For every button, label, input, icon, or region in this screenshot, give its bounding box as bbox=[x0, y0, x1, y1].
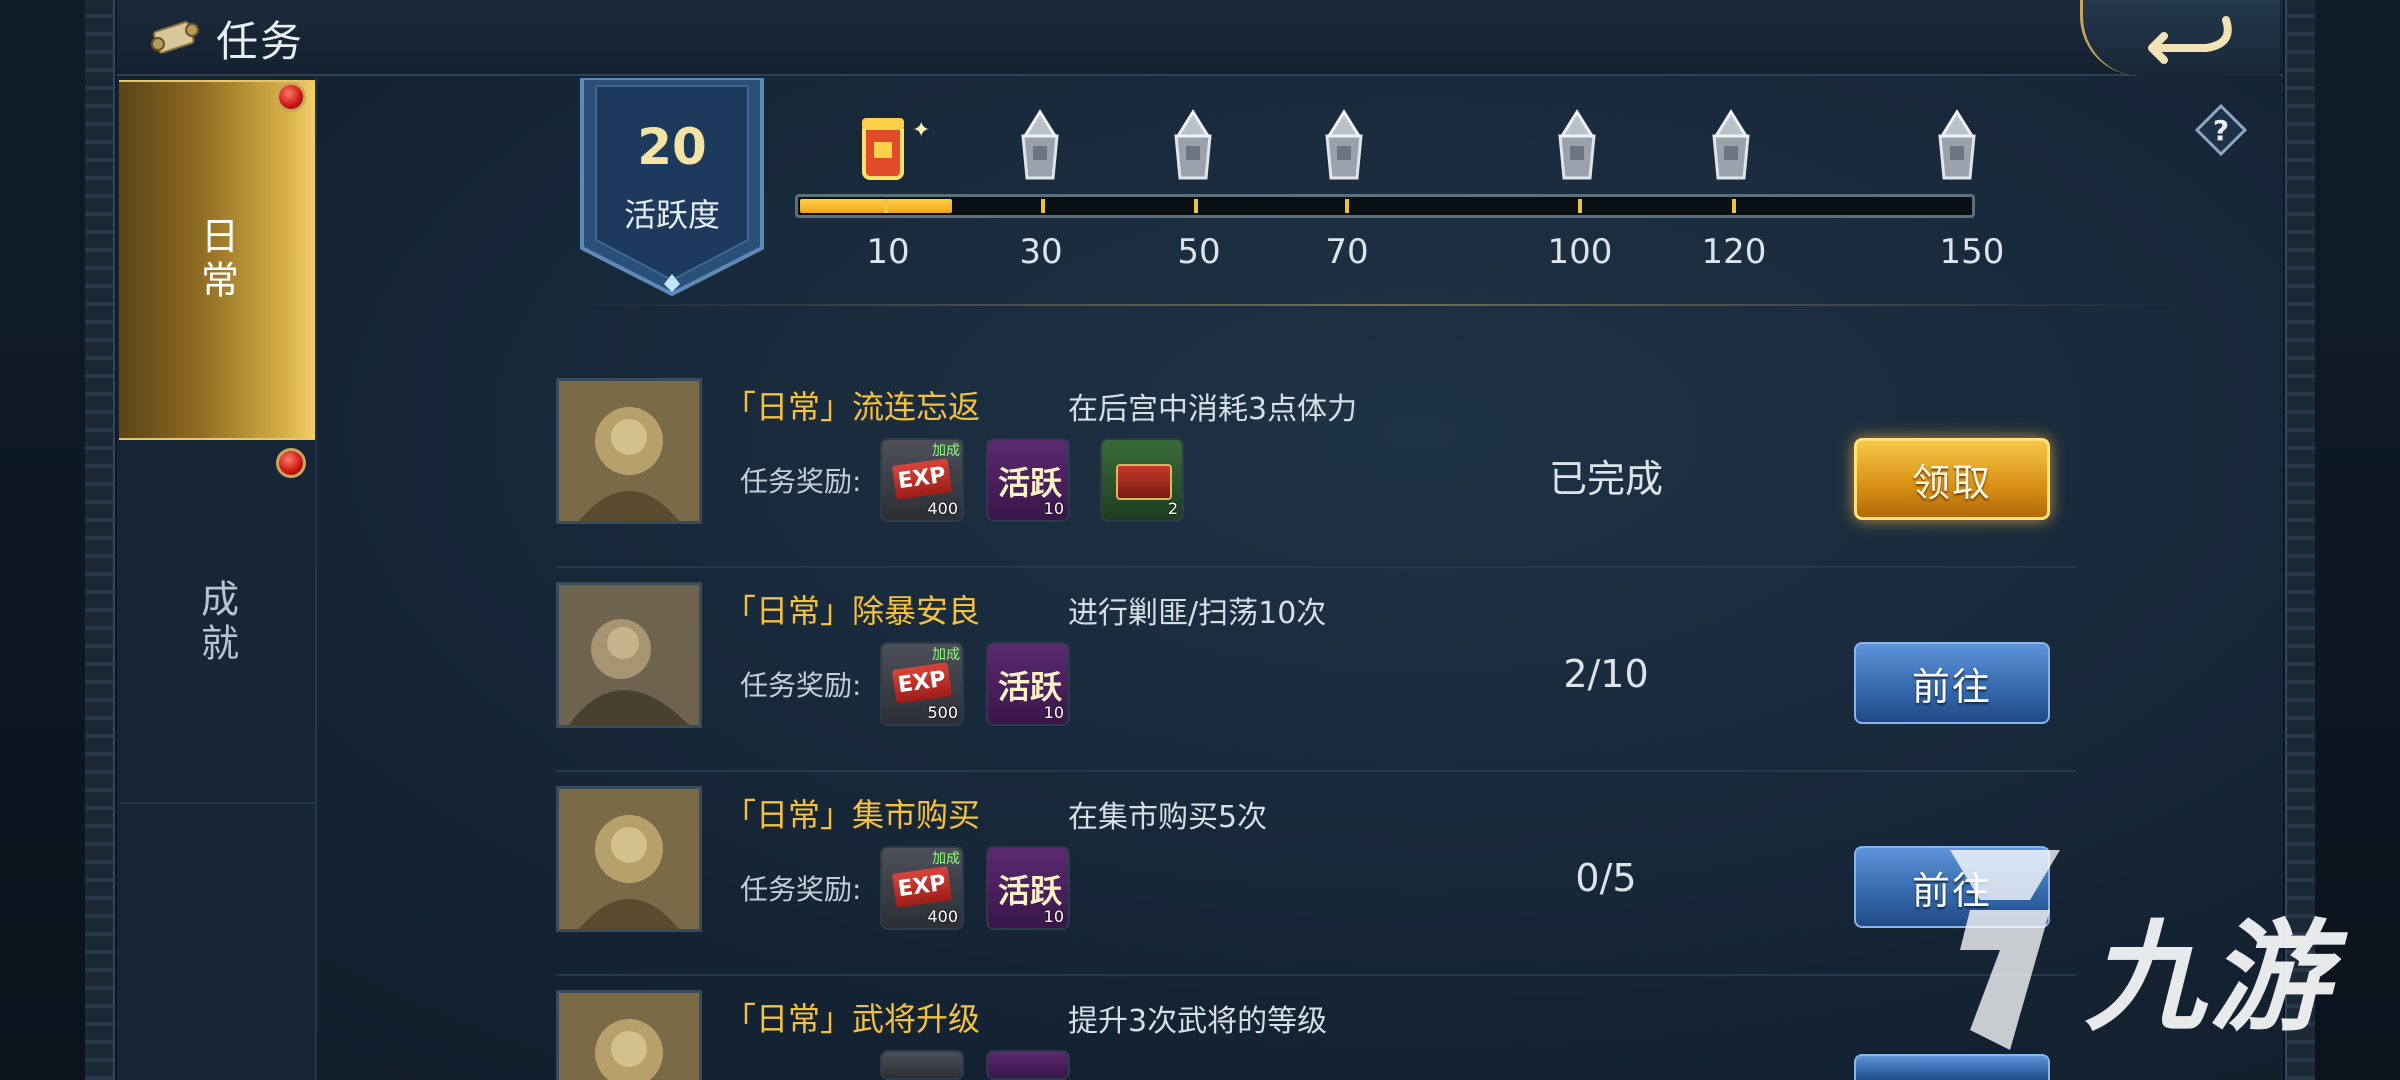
milestone-label: 10 bbox=[866, 232, 910, 272]
reward-activity-item[interactable]: 活跃 10 bbox=[986, 642, 1070, 726]
reward-activity-item[interactable]: 活跃 10 bbox=[986, 846, 1070, 930]
category-tabs: 日常 成就 bbox=[117, 78, 317, 1080]
scroll-icon bbox=[148, 18, 202, 58]
header-bar bbox=[117, 0, 2283, 76]
back-button[interactable] bbox=[2080, 0, 2280, 76]
reward-count: 400 bbox=[927, 907, 958, 926]
task-description: 提升3次武将的等级 bbox=[1068, 1004, 1328, 1039]
progress-tick bbox=[1194, 199, 1198, 213]
task-portrait bbox=[556, 378, 702, 524]
bonus-tag: 加成 bbox=[932, 443, 960, 459]
reward-exp-item[interactable] bbox=[880, 1050, 964, 1080]
progress-tick bbox=[884, 199, 888, 213]
claim-button[interactable]: 领取 bbox=[1854, 438, 2050, 520]
milestone-label: 70 bbox=[1325, 232, 1369, 272]
milestone-label: 50 bbox=[1177, 232, 1221, 272]
section-divider bbox=[556, 304, 2196, 306]
bonus-tag: 加成 bbox=[932, 851, 960, 867]
milestone-chest-10[interactable] bbox=[858, 106, 908, 186]
activity-banner: 20 活跃度 bbox=[566, 78, 778, 298]
exp-icon: EXP bbox=[891, 662, 953, 704]
activity-points: 20 bbox=[637, 118, 707, 176]
milestone-chest-150[interactable] bbox=[1932, 106, 1982, 186]
activity-progress-bar bbox=[795, 194, 1975, 218]
page-title: 任务 bbox=[216, 16, 305, 66]
reward-label: 任务奖励: bbox=[740, 465, 862, 498]
milestone-chest-120[interactable] bbox=[1706, 106, 1756, 186]
task-status: 已完成 bbox=[1548, 457, 1663, 501]
task-name: 「日常」流连忘返 bbox=[724, 388, 981, 426]
tab-achievement[interactable]: 成就 bbox=[119, 444, 315, 804]
task-row: 「日常」武将升级 提升3次武将的等级 bbox=[556, 980, 2076, 1080]
reward-count: 500 bbox=[927, 703, 958, 722]
reward-count: 10 bbox=[1043, 499, 1064, 518]
treasure-chest-icon bbox=[1116, 464, 1172, 500]
activity-progress-fill bbox=[800, 199, 952, 213]
tab-daily-label: 日常 bbox=[194, 216, 239, 304]
reward-count: 400 bbox=[927, 499, 958, 518]
milestone-chest-50[interactable] bbox=[1168, 106, 1218, 186]
task-name: 「日常」武将升级 bbox=[724, 1000, 981, 1038]
go-button[interactable]: 前往 bbox=[1854, 642, 2050, 724]
tab-daily-notification-dot bbox=[276, 82, 306, 112]
exp-icon: EXP bbox=[891, 458, 953, 500]
header-title-group: 任务 bbox=[148, 10, 304, 66]
reward-count: 10 bbox=[1043, 907, 1064, 926]
task-progress: 2/10 bbox=[1563, 652, 1649, 696]
reward-exp-item[interactable]: 加成 EXP 400 bbox=[880, 438, 964, 522]
progress-tick bbox=[1041, 199, 1045, 213]
help-button[interactable]: ? bbox=[2194, 103, 2248, 157]
task-portrait bbox=[556, 786, 702, 932]
milestone-label: 100 bbox=[1547, 232, 1613, 272]
back-arrow-icon bbox=[2147, 16, 2232, 64]
milestone-chest-100[interactable] bbox=[1552, 106, 1602, 186]
question-icon: ? bbox=[2194, 103, 2248, 157]
watermark-text: 九游 bbox=[2085, 909, 2333, 1048]
bonus-tag: 加成 bbox=[932, 647, 960, 663]
reward-exp-item[interactable]: 加成 EXP 500 bbox=[880, 642, 964, 726]
task-description: 在集市购买5次 bbox=[1068, 800, 1268, 835]
reward-activity-item[interactable] bbox=[986, 1050, 1070, 1080]
task-portrait bbox=[556, 990, 702, 1080]
svg-text:?: ? bbox=[2213, 114, 2229, 147]
banner-shield-icon bbox=[580, 78, 764, 297]
reward-chest-item[interactable]: 2 bbox=[1100, 438, 1184, 522]
progress-tick bbox=[1732, 199, 1736, 213]
milestone-label: 120 bbox=[1701, 232, 1767, 272]
task-row: 「日常」流连忘返 在后宫中消耗3点体力 任务奖励: 加成 EXP 400 活跃 … bbox=[556, 368, 2076, 568]
sparkle-icon: ✦ bbox=[912, 118, 931, 143]
tab-daily[interactable]: 日常 bbox=[119, 80, 315, 440]
task-name: 「日常」除暴安良 bbox=[724, 592, 981, 630]
exp-icon: EXP bbox=[891, 866, 953, 908]
activity-icon: 活跃 bbox=[997, 464, 1062, 502]
tab-achievement-notification-dot bbox=[276, 448, 306, 478]
progress-tick bbox=[1345, 199, 1349, 213]
task-description: 进行剿匪/扫荡10次 bbox=[1068, 596, 1327, 631]
reward-label: 任务奖励: bbox=[740, 873, 862, 906]
task-row: 「日常」除暴安良 进行剿匪/扫荡10次 任务奖励: 加成 EXP 500 活跃 … bbox=[556, 572, 2076, 772]
activity-icon: 活跃 bbox=[997, 668, 1062, 706]
task-portrait bbox=[556, 582, 702, 728]
reward-count: 10 bbox=[1043, 703, 1064, 722]
activity-label: 活跃度 bbox=[623, 196, 720, 234]
progress-tick bbox=[1578, 199, 1582, 213]
task-progress: 0/5 bbox=[1575, 856, 1637, 900]
milestone-label: 30 bbox=[1019, 232, 1063, 272]
milestone-chest-30[interactable] bbox=[1015, 106, 1065, 186]
task-description: 在后宫中消耗3点体力 bbox=[1068, 392, 1358, 427]
reward-exp-item[interactable]: 加成 EXP 400 bbox=[880, 846, 964, 930]
milestone-label: 150 bbox=[1939, 232, 2005, 272]
decorative-border-left bbox=[85, 0, 115, 1080]
activity-icon: 活跃 bbox=[997, 872, 1062, 910]
reward-count: 2 bbox=[1167, 499, 1178, 518]
milestone-chest-70[interactable] bbox=[1319, 106, 1369, 186]
tab-achievement-label: 成就 bbox=[194, 579, 239, 667]
reward-label: 任务奖励: bbox=[740, 669, 862, 702]
task-row: 「日常」集市购买 在集市购买5次 任务奖励: 加成 EXP 400 活跃 10 … bbox=[556, 776, 2076, 976]
task-name: 「日常」集市购买 bbox=[724, 796, 981, 834]
reward-activity-item[interactable]: 活跃 10 bbox=[986, 438, 1070, 522]
